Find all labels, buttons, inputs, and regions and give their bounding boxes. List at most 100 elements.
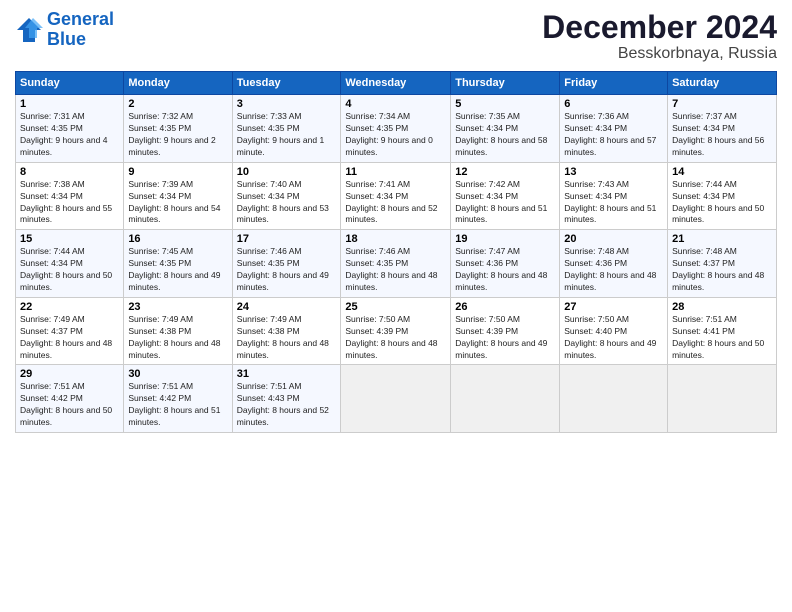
calendar-cell	[341, 365, 451, 433]
day-number: 2	[128, 98, 227, 110]
day-number: 1	[20, 98, 119, 110]
day-number: 16	[128, 233, 227, 245]
calendar-cell	[668, 365, 777, 433]
day-number: 15	[20, 233, 119, 245]
day-number: 27	[564, 301, 663, 313]
day-info: Sunrise: 7:47 AMSunset: 4:36 PMDaylight:…	[455, 246, 555, 294]
calendar-cell: 16Sunrise: 7:45 AMSunset: 4:35 PMDayligh…	[124, 230, 232, 298]
calendar-cell: 8Sunrise: 7:38 AMSunset: 4:34 PMDaylight…	[16, 162, 124, 230]
calendar-cell: 1Sunrise: 7:31 AMSunset: 4:35 PMDaylight…	[16, 95, 124, 163]
day-number: 14	[672, 166, 772, 178]
logo-line2: Blue	[47, 29, 86, 49]
day-info: Sunrise: 7:51 AMSunset: 4:43 PMDaylight:…	[237, 381, 337, 429]
day-info: Sunrise: 7:48 AMSunset: 4:36 PMDaylight:…	[564, 246, 663, 294]
calendar-cell: 24Sunrise: 7:49 AMSunset: 4:38 PMDayligh…	[232, 297, 341, 365]
main-title: December 2024	[542, 10, 777, 45]
calendar-cell: 9Sunrise: 7:39 AMSunset: 4:34 PMDaylight…	[124, 162, 232, 230]
day-info: Sunrise: 7:51 AMSunset: 4:41 PMDaylight:…	[672, 314, 772, 362]
day-number: 9	[128, 166, 227, 178]
day-info: Sunrise: 7:37 AMSunset: 4:34 PMDaylight:…	[672, 111, 772, 159]
calendar-cell: 10Sunrise: 7:40 AMSunset: 4:34 PMDayligh…	[232, 162, 341, 230]
calendar-cell: 22Sunrise: 7:49 AMSunset: 4:37 PMDayligh…	[16, 297, 124, 365]
calendar-week-row: 8Sunrise: 7:38 AMSunset: 4:34 PMDaylight…	[16, 162, 777, 230]
day-info: Sunrise: 7:38 AMSunset: 4:34 PMDaylight:…	[20, 179, 119, 227]
header-day-friday: Friday	[560, 72, 668, 95]
day-info: Sunrise: 7:32 AMSunset: 4:35 PMDaylight:…	[128, 111, 227, 159]
day-number: 31	[237, 368, 337, 380]
day-number: 21	[672, 233, 772, 245]
day-info: Sunrise: 7:44 AMSunset: 4:34 PMDaylight:…	[20, 246, 119, 294]
day-info: Sunrise: 7:31 AMSunset: 4:35 PMDaylight:…	[20, 111, 119, 159]
calendar-cell: 26Sunrise: 7:50 AMSunset: 4:39 PMDayligh…	[451, 297, 560, 365]
day-info: Sunrise: 7:50 AMSunset: 4:39 PMDaylight:…	[345, 314, 446, 362]
day-info: Sunrise: 7:45 AMSunset: 4:35 PMDaylight:…	[128, 246, 227, 294]
calendar-cell: 17Sunrise: 7:46 AMSunset: 4:35 PMDayligh…	[232, 230, 341, 298]
day-number: 17	[237, 233, 337, 245]
day-number: 11	[345, 166, 446, 178]
calendar-cell: 30Sunrise: 7:51 AMSunset: 4:42 PMDayligh…	[124, 365, 232, 433]
calendar: SundayMondayTuesdayWednesdayThursdayFrid…	[15, 71, 777, 433]
calendar-cell: 29Sunrise: 7:51 AMSunset: 4:42 PMDayligh…	[16, 365, 124, 433]
header: General Blue December 2024 Besskorbnaya,…	[15, 10, 777, 63]
day-number: 26	[455, 301, 555, 313]
header-day-saturday: Saturday	[668, 72, 777, 95]
calendar-cell: 20Sunrise: 7:48 AMSunset: 4:36 PMDayligh…	[560, 230, 668, 298]
logo-icon	[15, 16, 43, 44]
day-number: 5	[455, 98, 555, 110]
logo-line1: General	[47, 9, 114, 29]
day-info: Sunrise: 7:51 AMSunset: 4:42 PMDaylight:…	[128, 381, 227, 429]
day-number: 3	[237, 98, 337, 110]
calendar-cell: 6Sunrise: 7:36 AMSunset: 4:34 PMDaylight…	[560, 95, 668, 163]
day-info: Sunrise: 7:46 AMSunset: 4:35 PMDaylight:…	[345, 246, 446, 294]
day-info: Sunrise: 7:43 AMSunset: 4:34 PMDaylight:…	[564, 179, 663, 227]
calendar-cell: 13Sunrise: 7:43 AMSunset: 4:34 PMDayligh…	[560, 162, 668, 230]
day-info: Sunrise: 7:33 AMSunset: 4:35 PMDaylight:…	[237, 111, 337, 159]
day-number: 22	[20, 301, 119, 313]
header-day-thursday: Thursday	[451, 72, 560, 95]
day-number: 7	[672, 98, 772, 110]
day-info: Sunrise: 7:49 AMSunset: 4:38 PMDaylight:…	[237, 314, 337, 362]
calendar-cell: 27Sunrise: 7:50 AMSunset: 4:40 PMDayligh…	[560, 297, 668, 365]
calendar-cell	[560, 365, 668, 433]
calendar-cell: 15Sunrise: 7:44 AMSunset: 4:34 PMDayligh…	[16, 230, 124, 298]
day-number: 24	[237, 301, 337, 313]
day-info: Sunrise: 7:49 AMSunset: 4:37 PMDaylight:…	[20, 314, 119, 362]
calendar-cell: 11Sunrise: 7:41 AMSunset: 4:34 PMDayligh…	[341, 162, 451, 230]
calendar-cell: 25Sunrise: 7:50 AMSunset: 4:39 PMDayligh…	[341, 297, 451, 365]
day-info: Sunrise: 7:50 AMSunset: 4:39 PMDaylight:…	[455, 314, 555, 362]
day-info: Sunrise: 7:34 AMSunset: 4:35 PMDaylight:…	[345, 111, 446, 159]
calendar-cell: 12Sunrise: 7:42 AMSunset: 4:34 PMDayligh…	[451, 162, 560, 230]
day-number: 30	[128, 368, 227, 380]
calendar-cell: 23Sunrise: 7:49 AMSunset: 4:38 PMDayligh…	[124, 297, 232, 365]
day-number: 19	[455, 233, 555, 245]
day-number: 4	[345, 98, 446, 110]
calendar-cell: 2Sunrise: 7:32 AMSunset: 4:35 PMDaylight…	[124, 95, 232, 163]
day-info: Sunrise: 7:36 AMSunset: 4:34 PMDaylight:…	[564, 111, 663, 159]
calendar-week-row: 29Sunrise: 7:51 AMSunset: 4:42 PMDayligh…	[16, 365, 777, 433]
day-info: Sunrise: 7:51 AMSunset: 4:42 PMDaylight:…	[20, 381, 119, 429]
header-day-tuesday: Tuesday	[232, 72, 341, 95]
calendar-week-row: 1Sunrise: 7:31 AMSunset: 4:35 PMDaylight…	[16, 95, 777, 163]
day-number: 13	[564, 166, 663, 178]
day-info: Sunrise: 7:35 AMSunset: 4:34 PMDaylight:…	[455, 111, 555, 159]
title-block: December 2024 Besskorbnaya, Russia	[542, 10, 777, 63]
calendar-cell: 21Sunrise: 7:48 AMSunset: 4:37 PMDayligh…	[668, 230, 777, 298]
page: General Blue December 2024 Besskorbnaya,…	[0, 0, 792, 612]
logo-text: General Blue	[47, 10, 114, 50]
day-info: Sunrise: 7:39 AMSunset: 4:34 PMDaylight:…	[128, 179, 227, 227]
day-info: Sunrise: 7:49 AMSunset: 4:38 PMDaylight:…	[128, 314, 227, 362]
day-info: Sunrise: 7:44 AMSunset: 4:34 PMDaylight:…	[672, 179, 772, 227]
day-number: 28	[672, 301, 772, 313]
day-number: 10	[237, 166, 337, 178]
day-number: 25	[345, 301, 446, 313]
header-day-sunday: Sunday	[16, 72, 124, 95]
header-day-monday: Monday	[124, 72, 232, 95]
calendar-cell: 19Sunrise: 7:47 AMSunset: 4:36 PMDayligh…	[451, 230, 560, 298]
day-number: 20	[564, 233, 663, 245]
header-day-wednesday: Wednesday	[341, 72, 451, 95]
day-number: 8	[20, 166, 119, 178]
calendar-cell: 4Sunrise: 7:34 AMSunset: 4:35 PMDaylight…	[341, 95, 451, 163]
calendar-cell	[451, 365, 560, 433]
day-info: Sunrise: 7:48 AMSunset: 4:37 PMDaylight:…	[672, 246, 772, 294]
day-number: 12	[455, 166, 555, 178]
